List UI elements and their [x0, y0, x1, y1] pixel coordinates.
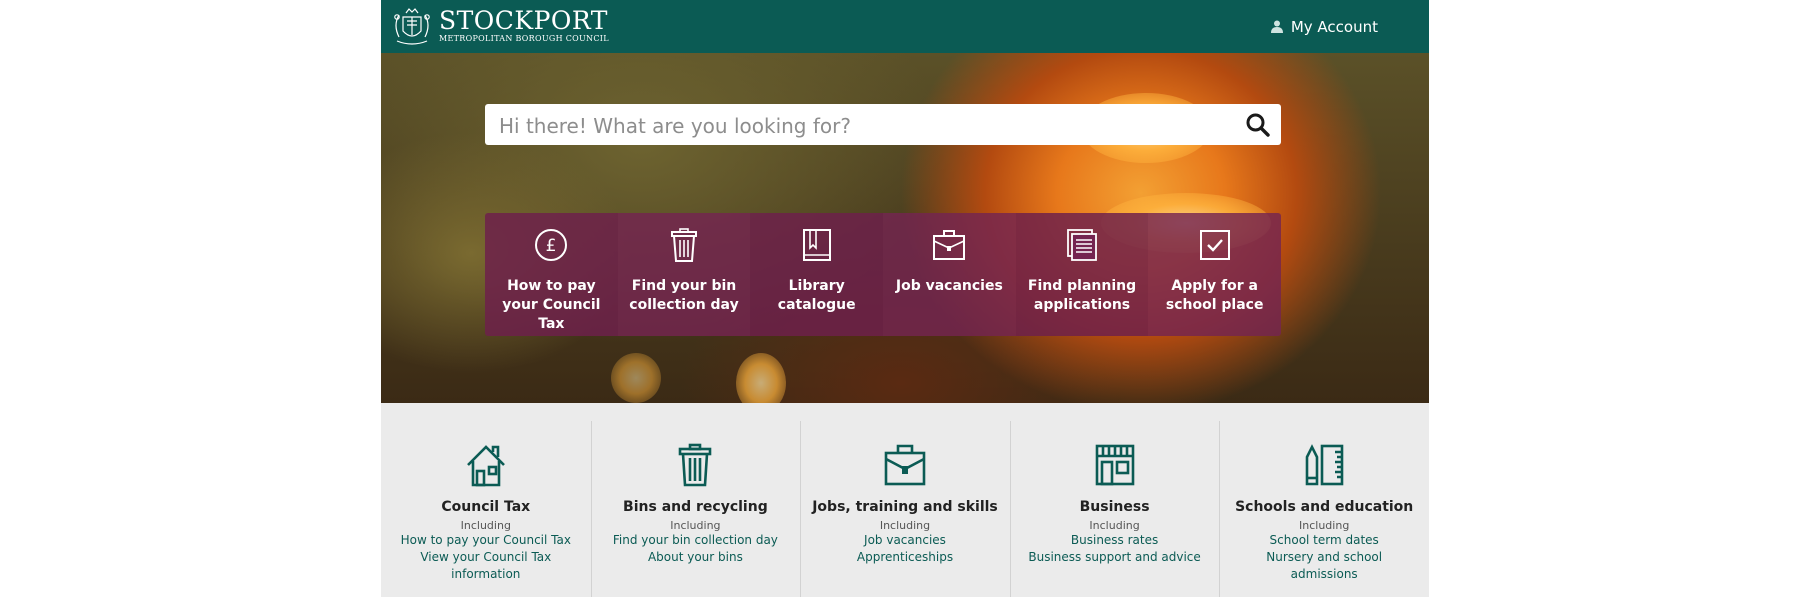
checkbox-icon [1199, 230, 1230, 260]
site-header: STOCKPORT METROPOLITAN BOROUGH COUNCIL M… [381, 0, 1429, 53]
quick-link-jobs[interactable]: Job vacancies [883, 213, 1016, 336]
shop-icon [1095, 444, 1134, 486]
quick-link-label: Library catalogue [777, 278, 856, 313]
quick-link-school-place[interactable]: Apply for a school place [1148, 213, 1282, 336]
service-title[interactable]: Council Tax [381, 499, 591, 515]
book-icon [802, 229, 831, 261]
service-link[interactable]: How to pay your Council Tax [381, 532, 591, 549]
quick-link-label: Apply for a school place [1165, 278, 1264, 313]
bin-icon [671, 228, 697, 262]
service-including: Including [670, 519, 721, 532]
service-bins: Bins and recycling Including Find your b… [590, 403, 801, 597]
hero-banner: £ How to pay your Council Tax Find your … [381, 53, 1429, 403]
quick-link-council-tax[interactable]: £ How to pay your Council Tax [485, 213, 618, 336]
service-schools: Schools and education Including School t… [1219, 403, 1429, 597]
quick-link-label: How to pay your Council Tax [502, 278, 601, 332]
quick-links: £ How to pay your Council Tax Find your … [485, 213, 1282, 336]
service-link[interactable]: Business rates [1010, 532, 1220, 549]
briefcase-icon [933, 230, 966, 260]
logo-subtitle: METROPOLITAN BOROUGH COUNCIL [439, 34, 609, 43]
coat-of-arms-icon [394, 8, 430, 45]
bin-icon [679, 443, 712, 487]
my-account-label: My Account [1290, 17, 1378, 36]
quick-link-planning[interactable]: Find planning applications [1015, 213, 1149, 336]
service-link[interactable]: School term dates [1219, 532, 1429, 549]
search-icon[interactable] [1245, 112, 1271, 138]
pumpkin-glow [611, 353, 661, 403]
service-council-tax: Council Tax Including How to pay your Co… [381, 403, 591, 597]
service-link[interactable]: Business support and advice [1010, 549, 1220, 566]
quick-link-label: Find planning applications [1027, 278, 1137, 313]
quick-link-label: Job vacancies [895, 278, 1003, 294]
service-title[interactable]: Jobs, training and skills [800, 499, 1010, 515]
search-input[interactable] [497, 104, 1221, 147]
pound-icon: £ [535, 229, 568, 261]
quick-link-library[interactable]: Library catalogue [750, 213, 884, 336]
school-supplies-icon [1305, 444, 1344, 486]
briefcase-icon [884, 444, 926, 486]
service-link[interactable]: About your bins [591, 549, 801, 566]
quick-link-bin-day[interactable]: Find your bin collection day [617, 213, 751, 336]
service-title[interactable]: Schools and education [1219, 499, 1429, 515]
service-link[interactable]: View your Council Tax information [381, 549, 591, 583]
search-bar [485, 104, 1281, 147]
service-link[interactable]: Job vacancies [800, 532, 1010, 549]
council-logo[interactable]: STOCKPORT METROPOLITAN BOROUGH COUNCIL [389, 3, 609, 49]
page: STOCKPORT METROPOLITAN BOROUGH COUNCIL M… [381, 0, 1429, 600]
pumpkin-glow [736, 353, 786, 403]
service-title[interactable]: Bins and recycling [591, 499, 801, 515]
service-including: Including [879, 519, 931, 532]
my-account-link[interactable]: My Account [1270, 0, 1378, 53]
quick-link-label: Find your bin collection day [629, 278, 739, 313]
service-including: Including [460, 519, 511, 532]
user-icon [1270, 20, 1283, 33]
service-business: Business Including Business rates Busine… [1009, 403, 1220, 597]
logo-title: STOCKPORT [439, 6, 608, 35]
service-link[interactable]: Apprenticeships [800, 549, 1010, 566]
documents-icon [1067, 229, 1097, 261]
svg-text:£: £ [546, 236, 557, 256]
service-including: Including [1089, 519, 1140, 532]
services-section: Council Tax Including How to pay your Co… [381, 403, 1429, 597]
service-link[interactable]: Nursery and school admissions [1219, 549, 1429, 583]
service-jobs: Jobs, training and skills Including Job … [800, 403, 1010, 597]
service-title[interactable]: Business [1010, 499, 1220, 515]
service-link[interactable]: Find your bin collection day [591, 532, 801, 549]
house-icon [466, 445, 505, 487]
service-including: Including [1299, 519, 1350, 532]
